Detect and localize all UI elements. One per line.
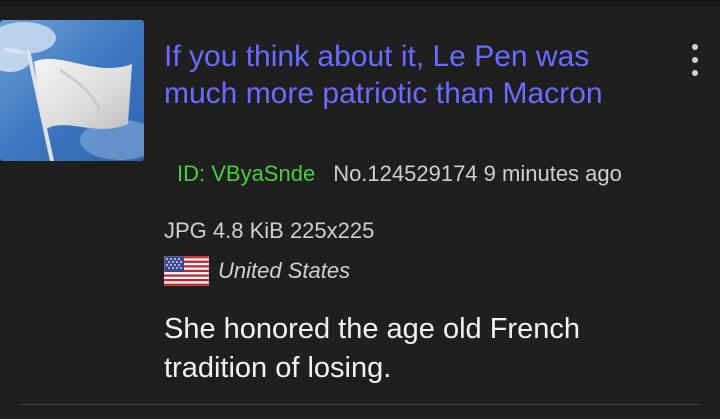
post-comment: She honored the age old French tradition… <box>164 313 580 384</box>
poster-id[interactable]: ID: VByaSnde <box>177 161 315 186</box>
us-flag-icon <box>164 256 209 286</box>
white-flag-image <box>0 20 144 161</box>
post-title: If you think about it, Le Pen was much m… <box>164 40 603 110</box>
post-meta: ID: VByaSnde No.124529174 9 minutes ago <box>164 159 634 189</box>
file-info[interactable]: JPG 4.8 KiB 225x225 <box>164 218 374 244</box>
post-number[interactable]: No.124529174 <box>333 161 477 186</box>
post-time: 9 minutes ago <box>483 161 622 186</box>
post-divider <box>20 404 700 405</box>
kebab-menu-icon[interactable] <box>684 42 706 78</box>
country-name: United States <box>218 258 351 283</box>
thread-post: If you think about it, Le Pen was much m… <box>0 0 720 419</box>
post-thumbnail[interactable] <box>0 20 144 161</box>
